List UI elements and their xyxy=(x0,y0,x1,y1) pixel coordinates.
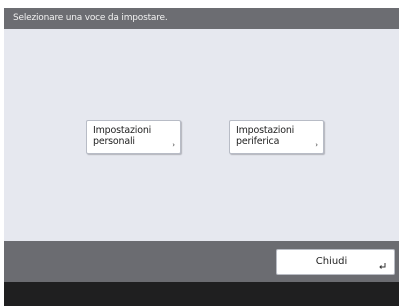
device-settings-button[interactable]: Impostazioni periferica › xyxy=(229,120,324,154)
personal-settings-button[interactable]: Impostazioni personali › xyxy=(86,120,181,154)
chevron-right-icon: › xyxy=(172,141,175,149)
options-panel: Impostazioni personali › Impostazioni pe… xyxy=(4,29,399,241)
title-bar: Selezionare una voce da impostare. xyxy=(4,8,399,29)
settings-screen: Selezionare una voce da impostare. Impos… xyxy=(4,8,399,306)
bottom-strip xyxy=(4,282,399,306)
close-button[interactable]: Chiudi xyxy=(276,249,395,275)
personal-settings-label: Impostazioni personali xyxy=(93,125,152,147)
chevron-right-icon: › xyxy=(315,141,318,149)
close-button-label: Chiudi xyxy=(315,256,348,267)
device-settings-label: Impostazioni periferica xyxy=(236,125,295,147)
enter-icon xyxy=(379,263,386,269)
footer-bar: Chiudi xyxy=(4,241,399,282)
